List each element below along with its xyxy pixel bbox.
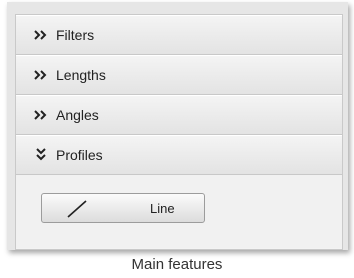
features-panel: Filters Lengths Angles Profiles Line xyxy=(15,14,343,250)
line-button-label: Line xyxy=(150,201,175,216)
section-header-filters[interactable]: Filters xyxy=(16,15,342,55)
section-label-filters: Filters xyxy=(56,27,95,43)
section-header-angles[interactable]: Angles xyxy=(16,95,342,135)
double-chevron-right-icon xyxy=(34,70,47,80)
double-chevron-down-icon xyxy=(36,148,46,161)
section-header-lengths[interactable]: Lengths xyxy=(16,55,342,95)
section-label-lengths: Lengths xyxy=(56,67,106,83)
line-button[interactable]: Line xyxy=(41,193,205,223)
double-chevron-right-icon xyxy=(34,30,47,40)
section-header-profiles[interactable]: Profiles xyxy=(16,135,342,175)
section-label-profiles: Profiles xyxy=(56,147,103,163)
section-label-angles: Angles xyxy=(56,107,99,123)
caption: Main features xyxy=(131,256,223,273)
double-chevron-right-icon xyxy=(34,110,47,120)
line-icon xyxy=(67,200,87,218)
profiles-section-body: Line xyxy=(16,175,342,248)
